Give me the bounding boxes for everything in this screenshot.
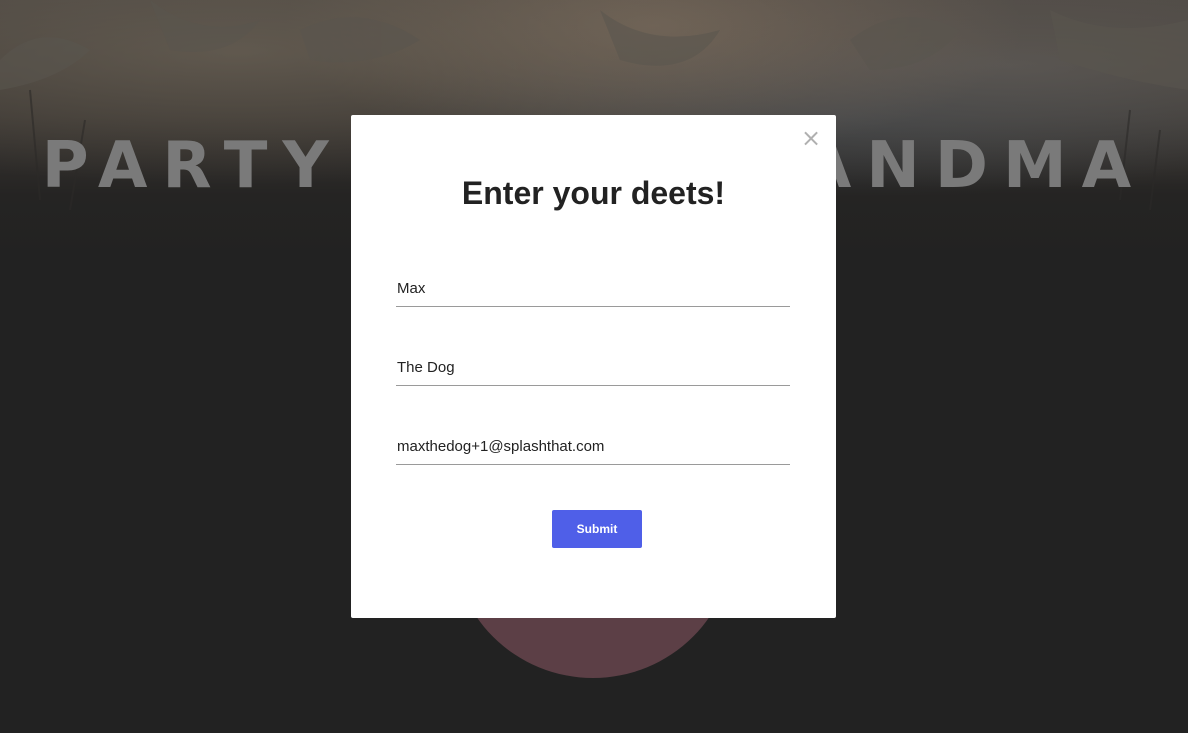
modal-title: Enter your deets! [461,175,726,211]
event-page: PARTY WITH GRANDMA × Enter your deets! S… [0,0,1188,733]
email-field[interactable] [396,429,790,465]
registration-modal: × Enter your deets! Submit [351,115,836,618]
first-name-field[interactable] [396,271,790,307]
last-name-field[interactable] [396,350,790,386]
submit-button[interactable]: Submit [552,510,642,548]
close-icon[interactable]: × [800,125,822,151]
